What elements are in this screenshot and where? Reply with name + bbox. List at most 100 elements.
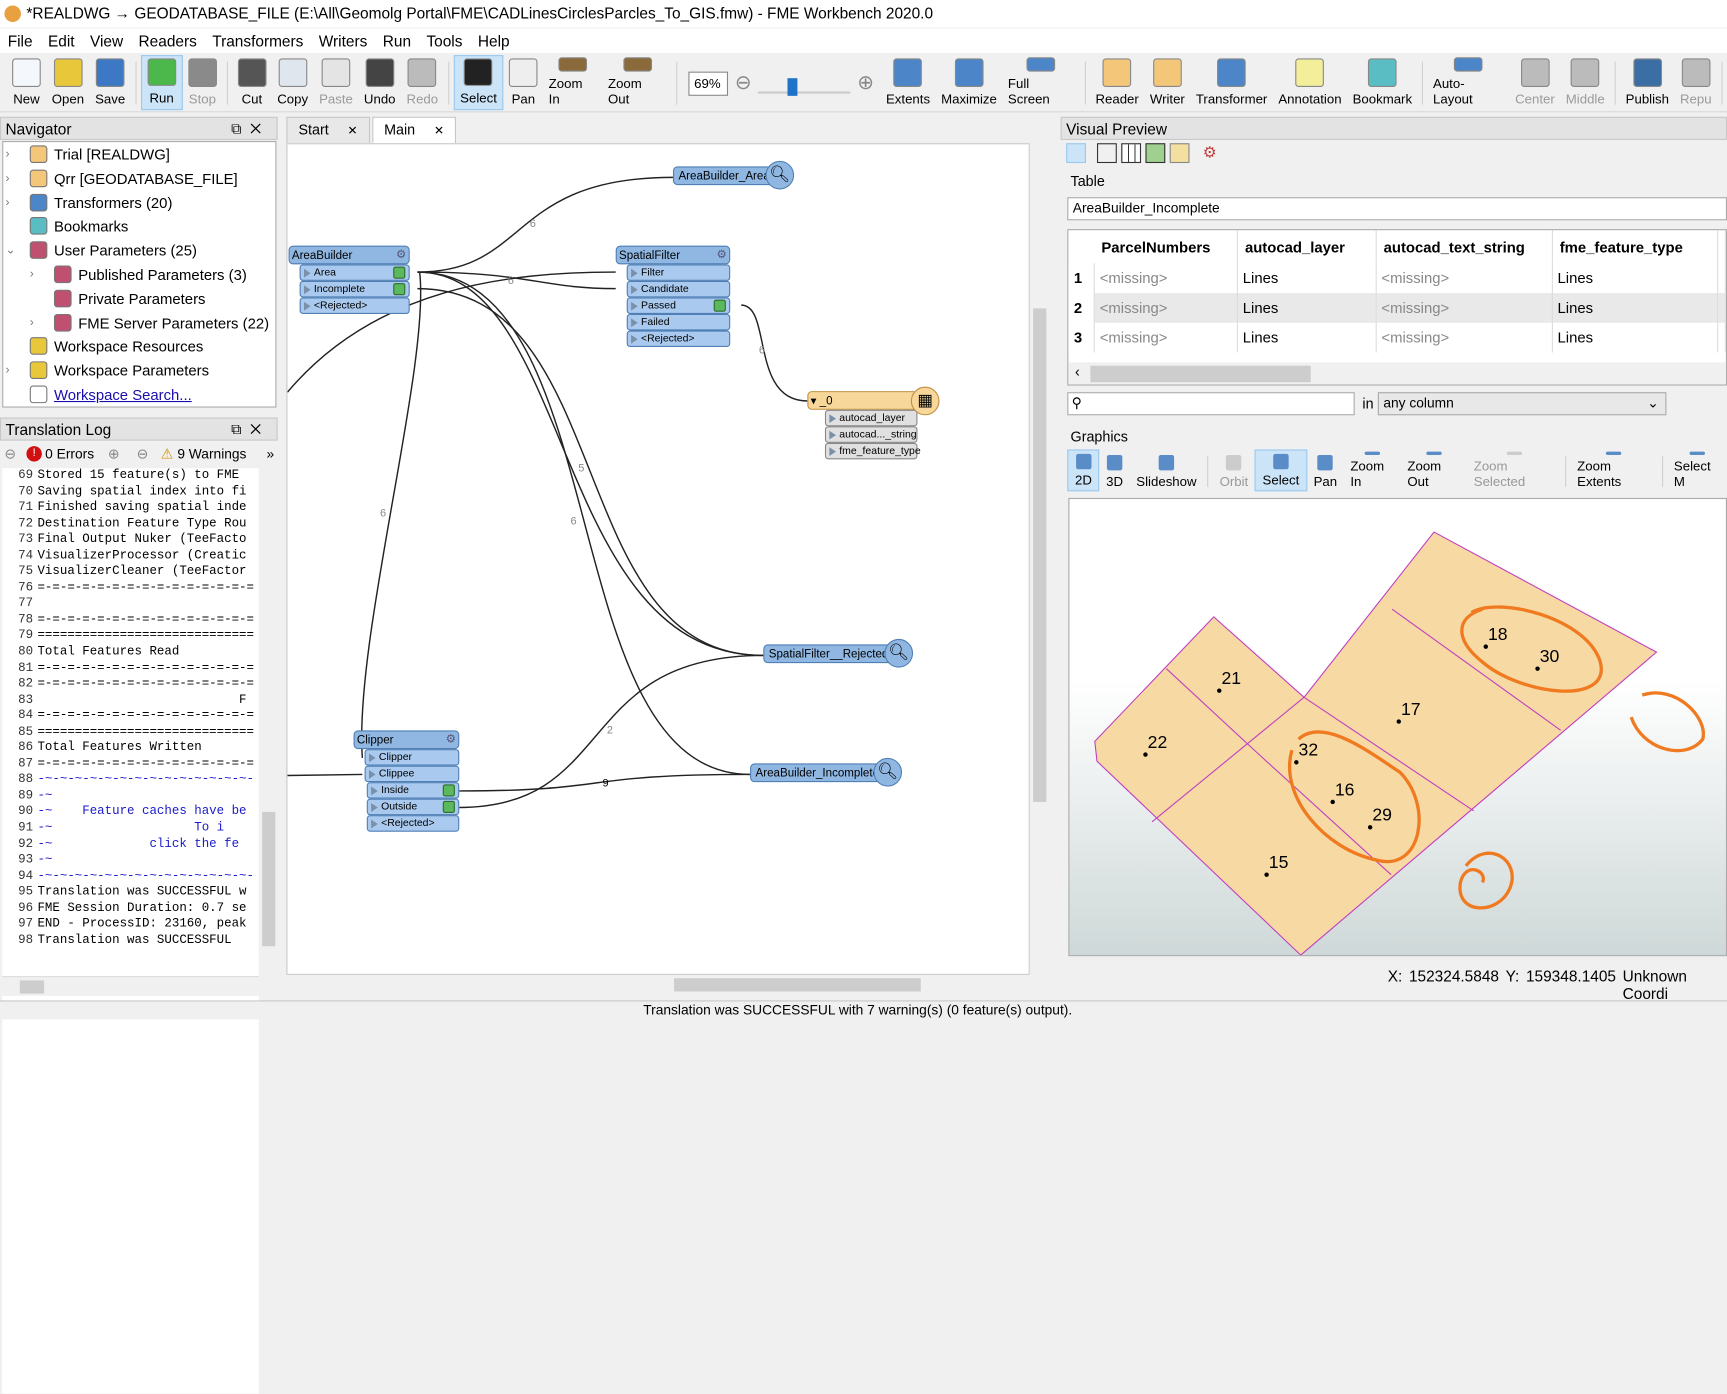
port-filter[interactable]: Filter [626,264,731,281]
3d-tool-button[interactable]: 3D [1100,449,1130,491]
nav-item-fme-server-parameters-22[interactable]: › FME Server Parameters (22) [30,311,269,334]
port-incomplete[interactable]: Incomplete [299,280,410,298]
zoom-out-tool-button[interactable]: Zoom Out [1401,449,1467,491]
annotation-button[interactable]: Annotation [1273,55,1347,110]
zoom-extents-tool-button[interactable]: Zoom Extents [1571,449,1658,491]
zoom-selected-tool-button[interactable]: Zoom Selected [1467,449,1561,491]
repu-button[interactable]: Repu [1675,55,1718,110]
table-writer-icon[interactable]: ▦ [910,386,940,416]
menu-writers[interactable]: Writers [311,29,375,53]
redo-button[interactable]: Redo [401,55,444,110]
expand-chevron-icon[interactable]: › [30,311,34,334]
port-outside[interactable]: Outside [366,798,460,816]
feature-inspect-icon[interactable] [442,800,455,813]
select-button[interactable]: Select [453,55,504,111]
close-icon[interactable]: ✕ [431,124,445,137]
column-filter-select[interactable]: any column ⌄ [1377,392,1667,416]
expand-chevron-icon[interactable]: › [6,143,10,166]
auto-layout-button[interactable]: Auto-Layout [1428,55,1510,110]
clipper-transformer-header[interactable]: Clipper ⚙ [353,730,460,750]
zoom-in-small-icon[interactable]: ⊕ [857,72,874,95]
column-header-autocad-text-string[interactable]: autocad_text_string [1376,230,1554,264]
more-chevron-icon[interactable]: » [267,442,275,466]
table-row[interactable]: 3 <missing> Lines <missing> Lines [1068,322,1726,353]
zoom-in-tool-button[interactable]: Zoom In [1344,449,1401,491]
table-horizontal-scrollbar[interactable]: ‹ [1068,362,1726,385]
zoom-slider[interactable] [758,73,851,96]
inspector-header[interactable]: SpatialFilter__Rejected_ [763,644,895,664]
table-search-input[interactable]: ⚲ [1067,392,1355,416]
nav-item-trial-realdwg[interactable]: › Trial [REALDWG] [6,143,170,166]
graphics-view[interactable]: 18 30 21 17 22 32 16 29 15 [1068,497,1727,957]
center-button[interactable]: Center [1510,55,1561,110]
panel-float-close-buttons[interactable]: ⧉✕ [231,419,270,441]
writer-header[interactable]: ▾ _0 [807,391,918,410]
menu-readers[interactable]: Readers [131,29,205,53]
column-header-more[interactable] [1717,230,1726,264]
cut-button[interactable]: Cut [232,55,272,110]
workspace-canvas[interactable]: 6 6 6 6 5 6 2 9 AreaBuilder ⚙ Area Incomplete <Reje… [286,143,1030,975]
undo-button[interactable]: Undo [358,55,401,110]
port-clipper[interactable]: Clipper [364,749,460,766]
middle-button[interactable]: Middle [1560,55,1610,110]
menu-tools[interactable]: Tools [419,29,470,53]
prev-error-icon[interactable]: ⊖ [4,442,16,466]
connection-line[interactable] [360,272,422,758]
port-area[interactable]: Area [299,264,410,281]
feature-inspect-icon[interactable] [713,299,726,312]
connection-line[interactable] [417,271,616,290]
maximize-button[interactable]: Maximize [936,55,1003,110]
expand-chevron-icon[interactable]: › [6,359,10,382]
log-vertical-scrollbar[interactable] [258,468,278,975]
connection-line[interactable] [287,773,363,777]
tab-start[interactable]: Start ✕ [286,116,370,144]
writer-button[interactable]: Writer [1144,55,1190,110]
spatialfilter-transformer[interactable]: SpatialFilter ⚙ Filter Candidate Passed Faile… [615,245,731,348]
table-row[interactable]: 2 <missing> Lines <missing> Lines [1068,293,1726,323]
run-button[interactable]: Run [140,55,183,111]
expand-chevron-icon[interactable]: › [30,263,34,286]
port-rejected[interactable]: <Rejected> [626,330,731,348]
feature-inspect-icon[interactable] [442,784,455,797]
extents-button[interactable]: Extents [880,55,935,110]
connection-line[interactable] [417,271,751,776]
pan-button[interactable]: Pan [504,55,544,110]
save-button[interactable]: Save [90,55,131,110]
spatialfilter-transformer-header[interactable]: SpatialFilter ⚙ [615,245,731,265]
copy-button[interactable]: Copy [272,55,314,110]
expand-chevron-icon[interactable]: › [6,191,10,214]
2d-tool-button[interactable]: 2D [1067,449,1100,492]
inspector-areabuilder-area[interactable]: AreaBuilder_Area [672,166,775,186]
nav-item-workspace-search[interactable]: Workspace Search... [29,383,192,406]
connection-line[interactable] [741,304,808,402]
table-view-icon[interactable] [1121,143,1142,164]
column-header-autocad-layer[interactable]: autocad_layer [1237,230,1377,264]
expand-chevron-icon[interactable]: ⌄ [6,239,16,262]
open-button[interactable]: Open [46,55,89,110]
nav-item-published-parameters-3[interactable]: › Published Parameters (3) [30,263,247,286]
close-icon[interactable]: ✕ [344,124,358,137]
prev-warning-icon[interactable]: ⊖ [137,442,149,466]
port-passed[interactable]: Passed [626,297,731,314]
inspector-settings-icon[interactable]: ⚙ [1203,143,1223,163]
slideshow-tool-button[interactable]: Slideshow [1130,449,1203,491]
new-button[interactable]: New [7,55,47,110]
port-rejected[interactable]: <Rejected> [299,297,410,314]
warnings-filter[interactable]: 9 Warnings [177,442,246,466]
writer-feature-type[interactable]: ▾ _0 autocad_layer autocad..._string fme_fe… [807,391,921,460]
reader-button[interactable]: Reader [1090,55,1144,110]
log-horizontal-scrollbar[interactable] [2,976,259,996]
next-error-icon[interactable]: ⊕ [108,442,120,466]
inspector-header[interactable]: AreaBuilder_Incomplete [750,763,883,783]
column-header-parcelnumbers[interactable]: ParcelNumbers [1094,230,1239,264]
tab-main[interactable]: Main ✕ [371,116,457,144]
stop-button[interactable]: Stop [183,55,223,110]
port-failed[interactable]: Failed [626,313,731,331]
transformer-button[interactable]: Transformer [1190,55,1273,110]
expand-chevron-icon[interactable]: › [6,167,10,190]
port-rejected[interactable]: <Rejected> [366,815,460,832]
gear-icon[interactable]: ⚙ [446,730,456,748]
nav-item-transformers-20[interactable]: › Transformers (20) [6,191,172,214]
magnifier-icon[interactable]: 🔍︎ [873,757,903,787]
gear-icon[interactable]: ⚙ [396,246,406,264]
